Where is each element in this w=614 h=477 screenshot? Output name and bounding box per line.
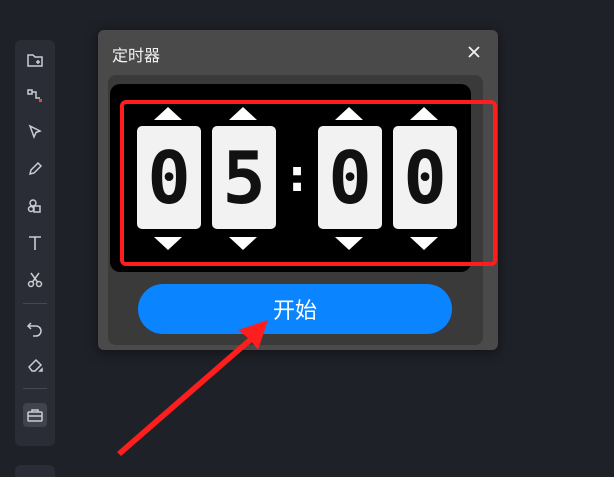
annotation-arrow	[117, 320, 268, 456]
annotation-arrow-shape	[117, 320, 268, 456]
